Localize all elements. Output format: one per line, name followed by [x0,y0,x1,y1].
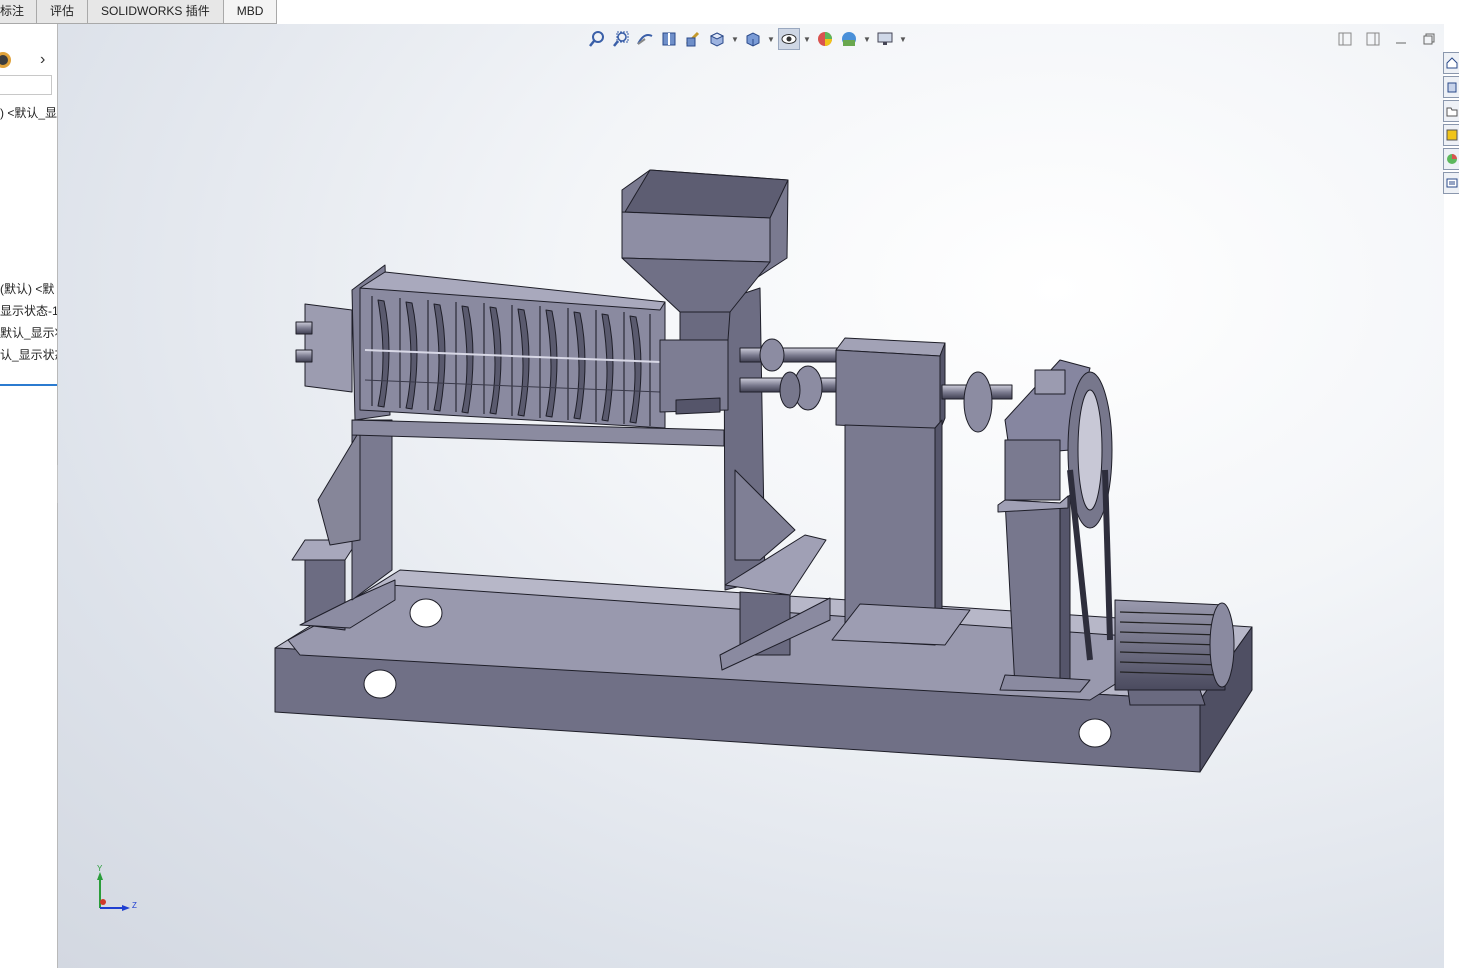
panel-divider [0,384,57,386]
view-settings-dropdown-icon[interactable]: ▼ [898,35,908,44]
tile-right-icon[interactable] [1364,30,1382,48]
tab-mbd[interactable]: MBD [223,0,278,24]
previous-view-icon[interactable] [634,28,656,50]
feature-manager-panel: › ) <默认_显 (默认) <默 显示状态-1> 默认_显示状 认_显示状态 [0,24,58,968]
dynamic-annotation-icon[interactable] [682,28,704,50]
display-style-dropdown-icon[interactable]: ▼ [766,35,776,44]
edit-appearance-icon[interactable] [814,28,836,50]
custom-properties-icon[interactable] [1443,172,1459,194]
display-manager-icon[interactable] [0,52,14,68]
triad-y-label: Y [97,864,103,873]
home-icon[interactable] [1443,52,1459,74]
view-orientation-dropdown-icon[interactable]: ▼ [730,35,740,44]
hide-show-items-icon[interactable] [778,28,800,50]
display-style-icon[interactable] [742,28,764,50]
triad-z-label: Z [132,901,137,910]
apply-scene-dropdown-icon[interactable]: ▼ [862,35,872,44]
document-window-controls [1336,30,1444,48]
tree-filter-input[interactable] [0,75,52,95]
view-orientation-icon[interactable] [706,28,728,50]
expand-chevron-icon[interactable]: › [40,51,45,69]
zoom-to-area-icon[interactable] [610,28,632,50]
view-palette-icon[interactable] [1443,124,1459,146]
command-manager-tabs: 标注 评估 SOLIDWORKS 插件 MBD [0,0,278,24]
zoom-to-fit-icon[interactable] [586,28,608,50]
minimize-icon[interactable] [1392,30,1410,48]
tree-item-config[interactable]: (默认) <默 [0,280,54,297]
hide-show-dropdown-icon[interactable]: ▼ [802,35,812,44]
tab-evaluate[interactable]: 评估 [37,0,89,24]
tree-item-root[interactable]: ) <默认_显 [0,104,57,121]
graphics-area[interactable]: ▼ ▼ ▼ ▼ ▼ Y Z [58,24,1444,968]
tab-solidworks-addins[interactable]: SOLIDWORKS 插件 [88,0,224,24]
appearances-icon[interactable] [1443,148,1459,170]
view-settings-icon[interactable] [874,28,896,50]
tile-left-icon[interactable] [1336,30,1354,48]
file-explorer-icon[interactable] [1443,100,1459,122]
reference-triad: Y Z [92,864,152,923]
design-library-icon[interactable] [1443,76,1459,98]
task-pane-tabs [1443,52,1459,196]
apply-scene-icon[interactable] [838,28,860,50]
oil-press-assembly-model [274,169,1253,773]
tree-item-default-display[interactable]: 默认_显示状 [0,324,57,341]
heads-up-view-toolbar: ▼ ▼ ▼ ▼ ▼ [586,28,908,50]
tree-item-display-state-2[interactable]: 认_显示状态 [0,346,57,363]
tree-item-display-state[interactable]: 显示状态-1> [0,302,57,319]
tab-markup[interactable]: 标注 [0,0,38,24]
restore-icon[interactable] [1420,30,1438,48]
section-view-icon[interactable] [658,28,680,50]
